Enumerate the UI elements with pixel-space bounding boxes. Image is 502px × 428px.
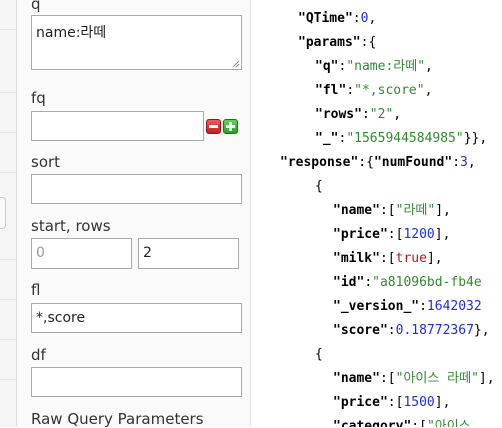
minus-icon: [209, 125, 218, 128]
json-key: "response": [280, 155, 359, 170]
json-line-q: "q":"name:라떼",: [315, 59, 433, 74]
json-string: "라떼": [395, 203, 436, 218]
json-key: "rows": [315, 107, 362, 122]
raw-query-label: Raw Query Parameters: [31, 410, 204, 428]
json-key: "fl": [315, 83, 347, 98]
rows-value: 2: [143, 245, 152, 261]
json-number: 0.18772367: [395, 323, 474, 338]
json-line-fl: "fl":"*,score",: [315, 83, 433, 98]
q-label: q: [31, 0, 41, 13]
json-line-underscore: "_":"1565944584985"}},: [315, 131, 488, 146]
fl-input[interactable]: *,score: [31, 303, 242, 333]
json-number: 3: [460, 155, 468, 170]
df-input[interactable]: [31, 367, 242, 397]
q-value: name:라떼: [36, 25, 107, 41]
json-key: "_version_": [333, 299, 420, 314]
gutter-divider: [0, 299, 16, 300]
gutter-divider: [0, 92, 16, 93]
start-rows-label: start, rows: [31, 217, 111, 235]
json-line-response: "response":{"numFound":3,: [280, 155, 476, 170]
json-boolean: true: [395, 251, 427, 266]
json-line-doc1-price: "price":[1200],: [333, 227, 451, 242]
gutter-divider: [0, 259, 16, 260]
json-line-doc1-milk: "milk":[true],: [333, 251, 443, 266]
fl-value: *,score: [36, 310, 86, 326]
json-key: "numFound": [373, 155, 453, 170]
q-textarea[interactable]: name:라떼: [31, 15, 242, 70]
gutter-divider: [0, 29, 16, 30]
df-label: df: [31, 346, 46, 364]
json-key: "score": [333, 323, 388, 338]
remove-fq-button[interactable]: [206, 119, 221, 134]
json-line-doc1-name: "name":["라떼"],: [333, 203, 451, 218]
json-string: "name:라떼": [346, 59, 426, 74]
resize-grip-icon[interactable]: [232, 60, 240, 68]
start-input[interactable]: 0: [31, 238, 132, 269]
collapse-handle[interactable]: [0, 197, 6, 229]
sort-label: sort: [31, 153, 61, 171]
json-key: "category": [333, 419, 412, 427]
gutter-divider: [0, 172, 16, 173]
json-line-doc2-category: "category":["아이스: [333, 415, 471, 427]
query-form: q name:라떼 fq sort start, rows 0 2 fl *,s…: [17, 0, 251, 428]
json-line-doc1-id: "id":"a81096bd-fb4e: [333, 275, 482, 290]
json-string: "a81096bd-fb4e: [372, 275, 482, 290]
json-number: 1642032: [426, 299, 482, 314]
start-placeholder: 0: [36, 245, 45, 261]
json-string: "아이스 라떼": [395, 371, 479, 386]
fq-label: fq: [31, 89, 46, 107]
json-key: "milk": [333, 251, 380, 266]
json-key: "name": [333, 371, 380, 386]
json-string: "아이스: [426, 419, 471, 427]
json-key: "price": [333, 227, 388, 242]
fl-label: fl: [31, 281, 41, 299]
json-key: "id": [333, 275, 365, 290]
fq-input[interactable]: [31, 111, 204, 141]
json-response: "QTime":0, "params":{ "q":"name:라떼", "fl…: [251, 0, 502, 427]
json-number: 0: [360, 11, 369, 26]
gutter-divider: [0, 379, 16, 380]
rows-input[interactable]: 2: [138, 238, 239, 269]
json-line-params: "params":{: [298, 35, 377, 50]
json-line-open-brace-2: {: [315, 347, 323, 362]
sort-input[interactable]: [31, 174, 242, 204]
json-line-rows: "rows":"2",: [315, 107, 402, 122]
json-key: "_": [315, 131, 339, 146]
json-line-doc2-name: "name":["아이스 라떼"],: [333, 371, 495, 386]
json-key: "QTime": [298, 11, 353, 26]
json-line-qtime: "QTime":0,: [298, 11, 377, 26]
json-key: "price": [333, 395, 388, 410]
json-line-doc2-price: "price":[1500],: [333, 395, 451, 410]
json-line-open-brace: {: [315, 179, 323, 194]
json-number: 1200: [403, 227, 435, 242]
json-string: "*,score": [354, 83, 425, 98]
json-key: "params": [298, 35, 361, 50]
gutter-divider: [0, 132, 16, 133]
json-line-doc1-score: "score":0.18772367},: [333, 323, 490, 338]
json-key: "name": [333, 203, 380, 218]
plus-icon-vertical: [229, 122, 232, 131]
json-number: 1500: [403, 395, 435, 410]
json-string: "2": [369, 107, 394, 122]
gutter-divider: [0, 339, 16, 340]
add-fq-button[interactable]: [223, 119, 238, 134]
json-string: "1565944584985": [346, 131, 464, 146]
json-key: "q": [315, 59, 339, 74]
json-line-doc1-version: "_version_":1642032: [333, 299, 482, 314]
